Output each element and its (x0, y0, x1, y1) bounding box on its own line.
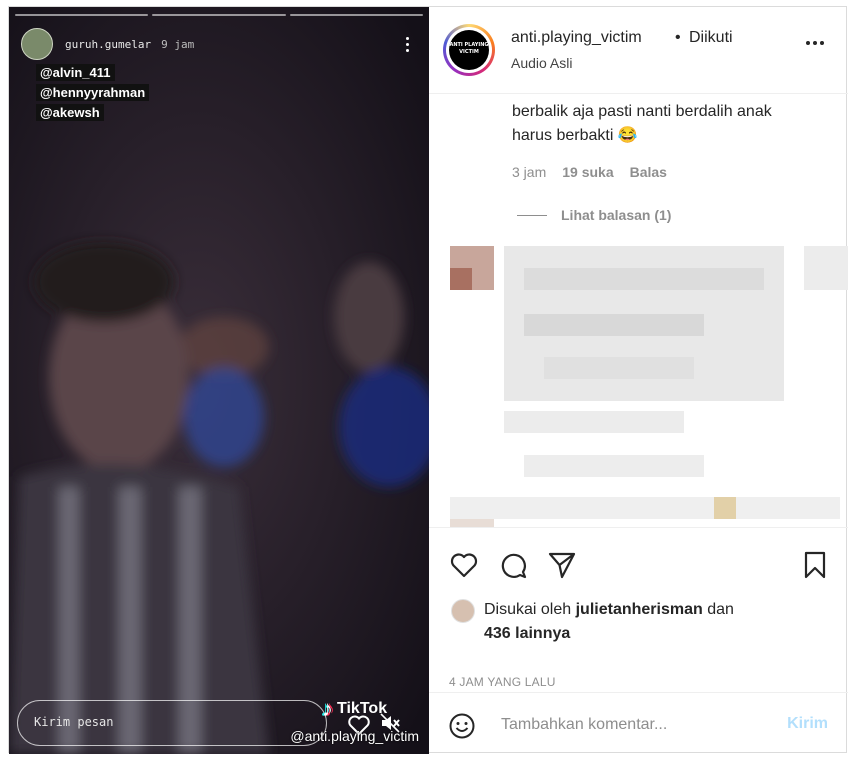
likes-summary: Disukai oleh julietanherisman dan 436 la… (451, 598, 784, 646)
post-dialog: guruh.gumelar 9 jam @alvin_411 @hennyyra… (8, 6, 848, 754)
progress-segment (152, 14, 286, 16)
post-actions: Disukai oleh julietanherisman dan 436 la… (429, 527, 848, 692)
story-more-icon[interactable] (397, 34, 417, 54)
emoji-icon[interactable] (449, 713, 475, 739)
comment-likes[interactable]: 19 suka (562, 164, 613, 180)
story-mentions: @alvin_411 @hennyyrahman @akewsh (36, 64, 150, 121)
view-replies-button[interactable]: Lihat balasan (1) (517, 207, 671, 223)
story-header: guruh.gumelar 9 jam (21, 27, 417, 61)
liked-others-link[interactable]: 436 lainnya (484, 625, 570, 642)
mention-tag[interactable]: @akewsh (36, 104, 104, 121)
liked-middle: dan (707, 601, 734, 618)
post-avatar[interactable]: ANTI PLAYING VICTIM (443, 24, 495, 76)
bookmark-icon[interactable] (800, 550, 830, 580)
mention-tag[interactable]: @alvin_411 (36, 64, 115, 81)
post-comment-button[interactable]: Kirim (787, 715, 828, 733)
share-icon[interactable] (547, 550, 577, 580)
story-time: 9 jam (161, 37, 195, 51)
progress-segment (15, 14, 149, 16)
story-username[interactable]: guruh.gumelar (65, 38, 151, 51)
reply-button[interactable]: Balas (630, 164, 667, 180)
more-horizontal-icon[interactable] (806, 41, 824, 45)
post-timestamp[interactable]: 4 JAM YANG LALU (449, 675, 556, 689)
likes-text: Disukai oleh julietanherisman dan 436 la… (484, 598, 784, 646)
divider (517, 214, 547, 216)
comments-list[interactable]: berbalik aja pasti nanti berdalih anak h… (429, 94, 848, 527)
blurred-comment (429, 239, 848, 527)
add-comment-bar: Kirim (429, 692, 848, 754)
story-message-input[interactable]: Kirim pesan (17, 700, 327, 746)
comment-icon[interactable] (498, 550, 528, 580)
heart-icon[interactable] (449, 550, 479, 580)
avatar-logo: ANTI PLAYING VICTIM (449, 30, 489, 70)
following-button[interactable]: Diikuti (689, 29, 733, 47)
comment-meta: 3 jam 19 suka Balas (512, 164, 667, 180)
post-username[interactable]: anti.playing_victim (511, 29, 642, 47)
liked-user-link[interactable]: julietanherisman (576, 601, 703, 618)
view-replies-label: Lihat balasan (1) (561, 207, 672, 223)
post-header: ANTI PLAYING VICTIM anti.playing_victim … (429, 7, 848, 94)
action-icons (445, 550, 832, 580)
comment-time: 3 jam (512, 164, 547, 180)
comment-input[interactable] (501, 716, 771, 734)
message-placeholder: Kirim pesan (34, 715, 114, 729)
liked-prefix: Disukai oleh (484, 601, 572, 618)
post-panel: ANTI PLAYING VICTIM anti.playing_victim … (429, 7, 848, 754)
separator: • (675, 29, 681, 46)
comment-text: berbalik aja pasti nanti berdalih anak h… (512, 103, 772, 144)
story-avatar[interactable] (21, 28, 53, 60)
tiktok-handle: @anti.playing_victim (290, 728, 419, 744)
liker-avatar[interactable] (451, 599, 475, 623)
story-progress (15, 14, 423, 16)
progress-segment (289, 14, 423, 16)
tiktok-logo-icon: ♪ (322, 696, 333, 721)
video-player[interactable]: guruh.gumelar 9 jam @alvin_411 @hennyyra… (9, 7, 429, 754)
audio-label[interactable]: Audio Asli (511, 55, 572, 71)
mention-tag[interactable]: @hennyyrahman (36, 84, 150, 101)
